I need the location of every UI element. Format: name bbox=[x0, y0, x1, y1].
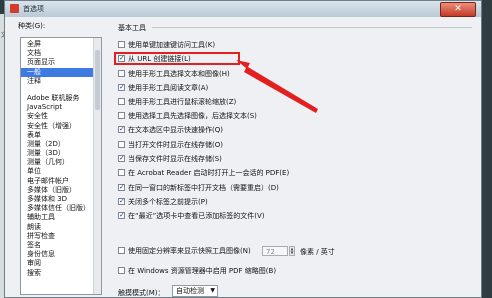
option-row[interactable]: 使用手形工具选择文本和图像(H) bbox=[118, 69, 230, 80]
checkbox[interactable] bbox=[118, 69, 125, 77]
checkbox[interactable] bbox=[118, 140, 125, 148]
option-row[interactable]: ✓ 使用手形工具阅读文章(A) bbox=[118, 83, 208, 94]
category-item[interactable]: 表单 bbox=[21, 131, 101, 140]
checkbox-checked[interactable]: ✓ bbox=[118, 197, 125, 205]
resolution-unit: 像素 / 英寸 bbox=[300, 248, 335, 256]
touch-mode-label: 触摸模式(M)： bbox=[118, 289, 165, 297]
category-item[interactable]: 文档 bbox=[21, 49, 101, 58]
option-row[interactable]: 在 Acrobat Reader 启动时打开上一会话的 PDF(E) bbox=[118, 168, 289, 179]
checkbox-checked[interactable]: ✓ bbox=[118, 154, 125, 162]
annotation-highlight-box bbox=[114, 52, 240, 65]
title-bar[interactable]: 首选项 ✕ bbox=[5, 1, 481, 17]
option-label: 使用固定分辨率来显示快照工具图像(N) bbox=[128, 247, 251, 255]
window-title: 首选项 bbox=[23, 5, 44, 13]
option-row[interactable]: 使用选择工具先选择图像，后选择文本(S) bbox=[118, 111, 257, 122]
option-label: 使用选择工具先选择图像，后选择文本(S) bbox=[128, 112, 257, 120]
category-label: 种类(G): bbox=[18, 22, 46, 30]
category-item[interactable]: 多媒体和 3D bbox=[21, 195, 101, 204]
resolution-spinner[interactable]: ▲ ▼ bbox=[289, 246, 295, 256]
option-row[interactable]: 使用手形工具进行鼠标滚轮缩放(Z) bbox=[118, 97, 236, 108]
checkbox[interactable] bbox=[118, 266, 125, 274]
category-list-spacer bbox=[21, 86, 101, 94]
checkbox-checked[interactable]: ✓ bbox=[118, 125, 125, 133]
option-row[interactable]: ✓ 在同一窗口的新标签中打开文档（需要重启）(D) bbox=[118, 183, 279, 194]
category-item[interactable]: 朗读 bbox=[21, 223, 101, 232]
category-item[interactable]: 测量（3D） bbox=[21, 149, 101, 158]
option-label: 使用手形工具阅读文章(A) bbox=[128, 84, 209, 92]
option-row[interactable]: 当打开文件时显示在线存储(O) bbox=[118, 140, 223, 151]
category-item[interactable]: 全屏 bbox=[21, 40, 101, 49]
option-label: 在同一窗口的新标签中打开文档（需要重启）(D) bbox=[128, 184, 279, 192]
checkbox[interactable] bbox=[118, 40, 125, 48]
option-label: 使用手形工具选择文本和图像(H) bbox=[128, 70, 230, 78]
option-label: 使用单键加速键访问工具(K) bbox=[128, 41, 216, 49]
section-divider bbox=[152, 27, 472, 28]
option-label: 当打开文件时显示在线存储(O) bbox=[128, 141, 223, 149]
option-label: 在“最近”选项卡中查看已添加标签的文件(V) bbox=[128, 212, 265, 220]
checkbox-checked[interactable]: ✓ bbox=[118, 83, 125, 91]
category-item[interactable]: 审阅 bbox=[21, 259, 101, 268]
checkbox[interactable] bbox=[118, 246, 125, 254]
acrobat-app-icon bbox=[10, 4, 19, 13]
category-item[interactable]: 多媒体（旧版） bbox=[21, 186, 101, 195]
option-row[interactable]: ✓ 当保存文件时显示在线存储(S) bbox=[118, 154, 222, 165]
checkbox-checked[interactable]: ✓ bbox=[118, 183, 125, 191]
option-label: 当保存文件时显示在线存储(S) bbox=[128, 155, 222, 163]
option-label: 在文本选区中显示快速操作(Q) bbox=[128, 126, 223, 134]
category-item[interactable]: 注释 bbox=[21, 77, 101, 86]
category-item[interactable]: 测量（2D） bbox=[21, 140, 101, 149]
chevron-down-icon: ▼ bbox=[210, 287, 215, 294]
dropdown-value: 自动检测 bbox=[176, 287, 204, 295]
option-row[interactable]: ✓ 在文本选区中显示快速操作(Q) bbox=[118, 125, 223, 136]
category-item[interactable]: 拼写检查 bbox=[21, 232, 101, 241]
touch-mode-dropdown[interactable]: 自动检测 ▼ bbox=[172, 285, 218, 297]
resolution-option-row[interactable]: 使用固定分辨率来显示快照工具图像(N) bbox=[118, 246, 251, 257]
category-item[interactable]: JavaScript bbox=[21, 103, 101, 112]
close-button[interactable]: ✕ bbox=[440, 2, 476, 17]
category-item[interactable]: 辅助工具 bbox=[21, 213, 101, 222]
category-item[interactable]: 身份信息 bbox=[21, 250, 101, 259]
category-item-selected[interactable]: 一般 bbox=[21, 67, 101, 77]
section-title: 基本工具 bbox=[118, 24, 146, 32]
category-item[interactable]: 安全性 bbox=[21, 112, 101, 121]
category-item[interactable]: 页面显示 bbox=[21, 58, 101, 67]
resolution-input[interactable]: 72 bbox=[262, 246, 288, 256]
checkbox[interactable] bbox=[118, 111, 125, 119]
option-label: 在 Acrobat Reader 启动时打开上一会话的 PDF(E) bbox=[128, 169, 290, 177]
scrollbar-thumb[interactable] bbox=[95, 50, 100, 110]
category-item[interactable]: 单位 bbox=[21, 167, 101, 176]
option-row[interactable]: 使用单键加速键访问工具(K) bbox=[118, 40, 215, 51]
category-scrollbar[interactable] bbox=[93, 38, 101, 294]
thumbnail-option-row[interactable]: 在 Windows 资源管理器中启用 PDF 缩略图(B) bbox=[118, 266, 276, 277]
option-row[interactable]: ✓ 关闭多个标签之前提示(P) bbox=[118, 197, 208, 208]
category-item[interactable]: 签名 bbox=[21, 241, 101, 250]
category-list-top-group: 全屏 文档 页面显示 一般 注释 bbox=[21, 38, 101, 86]
option-row[interactable]: ✓ 在“最近”选项卡中查看已添加标签的文件(V) bbox=[118, 211, 265, 222]
option-label: 使用手形工具进行鼠标滚轮缩放(Z) bbox=[128, 98, 237, 106]
category-item[interactable]: 安全性（增强） bbox=[21, 122, 101, 131]
category-list[interactable]: 全屏 文档 页面显示 一般 注释 Adobe 联机服务 JavaScript 安… bbox=[20, 37, 102, 295]
option-label: 在 Windows 资源管理器中启用 PDF 缩略图(B) bbox=[128, 267, 277, 275]
category-item[interactable]: 电子邮件帐户 bbox=[21, 177, 101, 186]
checkbox[interactable] bbox=[118, 168, 125, 176]
option-label: 关闭多个标签之前提示(P) bbox=[128, 198, 208, 206]
category-item[interactable]: 搜索 bbox=[21, 269, 101, 278]
category-list-main-group: Adobe 联机服务 JavaScript 安全性 安全性（增强） 表单 测量（… bbox=[21, 94, 101, 278]
checkbox-checked[interactable]: ✓ bbox=[118, 211, 125, 219]
checkbox[interactable] bbox=[118, 97, 125, 105]
category-item[interactable]: 多媒体信任（旧版） bbox=[21, 204, 101, 213]
category-item[interactable]: Adobe 联机服务 bbox=[21, 94, 101, 103]
